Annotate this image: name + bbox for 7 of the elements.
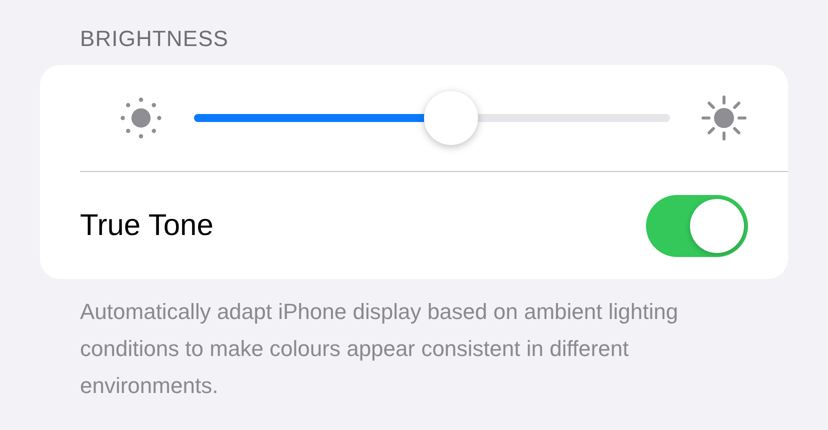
footer-text: Automatically adapt iPhone display based on ambient lighting conditions to make colours appear consistent in different environments.: [80, 298, 680, 400]
section-header: BRIGHTNESS: [80, 26, 229, 51]
bright-sun-icon: [700, 94, 748, 142]
true-tone-label: True Tone: [80, 208, 214, 244]
slider-thumb[interactable]: [424, 91, 478, 145]
brightness-slider[interactable]: [194, 90, 670, 146]
dim-sun-icon: [118, 95, 164, 141]
